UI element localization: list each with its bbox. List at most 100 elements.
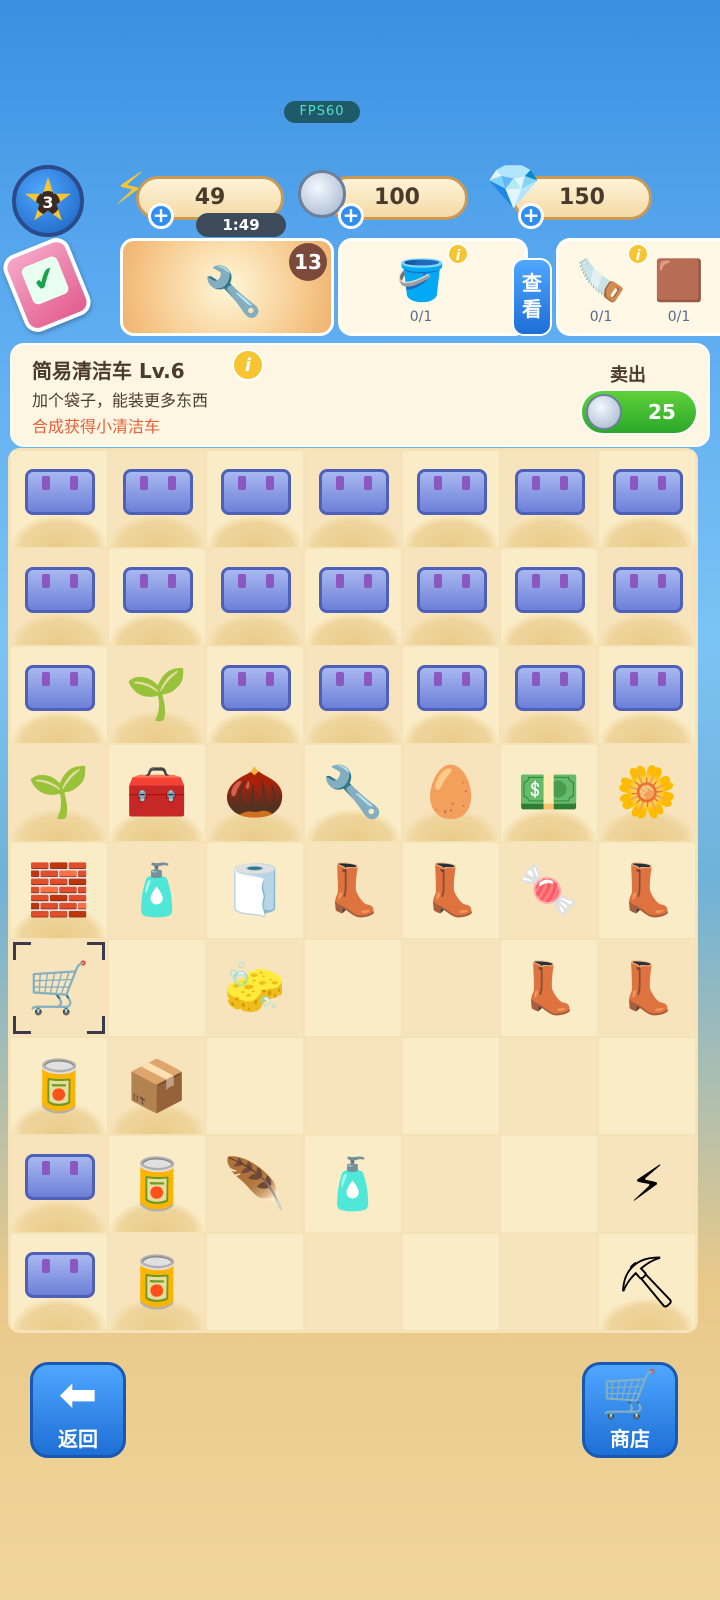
board-cell-energy-orb[interactable]: ⚡ bbox=[599, 1136, 695, 1233]
add-gems-button[interactable]: + bbox=[518, 203, 544, 229]
board-cell-boots[interactable]: 👢 bbox=[599, 842, 695, 939]
board-cell-empty[interactable] bbox=[501, 1234, 597, 1330]
board-cell-sponge[interactable]: 🧽 bbox=[207, 940, 303, 1037]
board-cell-cream-tube[interactable]: 🧴 bbox=[109, 842, 205, 939]
board-cell-cleaning-cart[interactable]: 🛒 bbox=[11, 940, 107, 1037]
board-cell-box[interactable] bbox=[305, 646, 401, 743]
sealed-box-icon bbox=[221, 469, 291, 515]
info-icon[interactable]: i bbox=[627, 243, 649, 265]
board-cell-boot[interactable]: 👢 bbox=[501, 940, 597, 1037]
shop-button[interactable]: 🛒 商店 bbox=[582, 1362, 678, 1458]
back-arrow-icon: ⬅ bbox=[58, 1367, 98, 1421]
board-cell-box[interactable] bbox=[11, 451, 107, 547]
board-cell-boot[interactable]: 👢 bbox=[599, 940, 695, 1037]
board-cell-box[interactable] bbox=[501, 451, 597, 547]
order-card-saw[interactable]: 🪚 0/1 🟫 0/1 i bbox=[556, 238, 720, 336]
board-cell-empty[interactable] bbox=[109, 940, 205, 1037]
add-coins-button[interactable]: + bbox=[338, 203, 364, 229]
stone-box-icon: 📦 bbox=[125, 1056, 189, 1115]
board-cell-duster[interactable]: 🪶 bbox=[207, 1136, 303, 1233]
info-icon[interactable]: i bbox=[447, 243, 469, 265]
board-cell-box[interactable] bbox=[11, 646, 107, 743]
board-cell-empty[interactable] bbox=[207, 1234, 303, 1330]
sealed-box-icon bbox=[123, 469, 193, 515]
board-cell-boots[interactable]: 👢 bbox=[305, 842, 401, 939]
board-cell-empty[interactable] bbox=[305, 1234, 401, 1330]
board-cell-cream-tube[interactable]: 🧴 bbox=[305, 1136, 401, 1233]
star-icon: 3 bbox=[24, 177, 72, 221]
player-level-badge[interactable]: 3 bbox=[12, 165, 84, 237]
board-cell-box[interactable] bbox=[11, 548, 107, 645]
board-cell-empty[interactable] bbox=[501, 1136, 597, 1233]
board-cell-trowel[interactable]: 🧱 bbox=[11, 842, 107, 939]
board-cell-boot[interactable]: 👢 bbox=[403, 842, 499, 939]
board-cell-empty[interactable] bbox=[403, 1136, 499, 1233]
selection-corner bbox=[13, 1016, 31, 1035]
board-cell-box[interactable] bbox=[599, 451, 695, 547]
board-cell-empty[interactable] bbox=[305, 940, 401, 1037]
board-cell-box[interactable] bbox=[403, 646, 499, 743]
board-cell-cash[interactable]: 💵 bbox=[501, 744, 597, 841]
board-cell-empty[interactable] bbox=[403, 940, 499, 1037]
trowel-icon: 🧱 bbox=[27, 860, 91, 919]
sell-label: 卖出 bbox=[610, 365, 646, 386]
board-cell-clamp[interactable]: 🔧 bbox=[305, 744, 401, 841]
board-cell-box[interactable] bbox=[207, 548, 303, 645]
board-cell-tin-can[interactable]: 🥫 bbox=[109, 1136, 205, 1233]
board-cell-box[interactable] bbox=[11, 1136, 107, 1233]
board-cell-box[interactable] bbox=[599, 548, 695, 645]
order-progress: 0/1 bbox=[589, 309, 613, 325]
board-cell-empty[interactable] bbox=[403, 1038, 499, 1135]
tray-eggs-icon: 🥚 bbox=[419, 763, 483, 822]
board-cell-gumball[interactable]: 🍬 bbox=[501, 842, 597, 939]
board-cell-empty[interactable] bbox=[501, 1038, 597, 1135]
back-button[interactable]: ⬅ 返回 bbox=[30, 1362, 126, 1458]
tin-can-icon: 🥫 bbox=[125, 1154, 189, 1213]
board-cell-box[interactable] bbox=[305, 451, 401, 547]
board-cell-empty[interactable] bbox=[305, 1038, 401, 1135]
board-cell-box[interactable] bbox=[501, 548, 597, 645]
clamp-icon: 🔧 bbox=[203, 264, 263, 320]
order-requirement: 🟫 0/1 bbox=[649, 253, 709, 325]
sell-button[interactable]: 25 bbox=[580, 389, 698, 435]
board-cell-tray-eggs[interactable]: 🥚 bbox=[403, 744, 499, 841]
board-cell-empty[interactable] bbox=[207, 1038, 303, 1135]
board-cell-toolbox[interactable]: 🧰 bbox=[109, 744, 205, 841]
board-cell-box[interactable] bbox=[305, 548, 401, 645]
selection-corner bbox=[87, 1016, 105, 1035]
board-cell-box[interactable] bbox=[109, 548, 205, 645]
board-cell-box[interactable] bbox=[599, 646, 695, 743]
board-cell-box[interactable] bbox=[11, 1234, 107, 1330]
board-cell-empty[interactable] bbox=[599, 1038, 695, 1135]
paint-can-blue-icon: 🥫 bbox=[27, 1056, 91, 1115]
board-cell-stone-box[interactable]: 📦 bbox=[109, 1038, 205, 1135]
sealed-box-icon bbox=[515, 664, 585, 711]
board-cell-box[interactable] bbox=[403, 451, 499, 547]
board-cell-shovel-sand[interactable]: ⛏ bbox=[599, 1234, 695, 1330]
board-cell-nuts[interactable]: 🌰 bbox=[207, 744, 303, 841]
board-cell-cloth[interactable]: 🧻 bbox=[207, 842, 303, 939]
view-order-button[interactable]: 查看 bbox=[512, 258, 552, 336]
board-cell-sprout-sand[interactable]: 🌱 bbox=[109, 646, 205, 743]
board-cell-sprout-sand[interactable]: 🌱 bbox=[11, 744, 107, 841]
coin-icon bbox=[586, 394, 622, 430]
item-info-icon[interactable]: i bbox=[232, 349, 264, 381]
tasks-phone-icon[interactable] bbox=[0, 233, 95, 337]
featured-order-card[interactable]: 🔧 13 bbox=[120, 238, 334, 336]
board-cell-box[interactable] bbox=[501, 646, 597, 743]
board-cell-box[interactable] bbox=[109, 451, 205, 547]
selection-corner bbox=[87, 942, 105, 961]
order-card-bucket[interactable]: 🪣 0/1 i bbox=[338, 238, 528, 336]
order-requirement: 🪚 0/1 bbox=[571, 253, 631, 325]
selection-corner bbox=[13, 942, 31, 961]
board-cell-paint-can-blue[interactable]: 🥫 bbox=[11, 1038, 107, 1135]
board-cell-flowers[interactable]: 🌼 bbox=[599, 744, 695, 841]
board-cell-box[interactable] bbox=[403, 548, 499, 645]
board-cell-paint-can-yellow[interactable]: 🥫 bbox=[109, 1234, 205, 1330]
board-cell-empty[interactable] bbox=[403, 1234, 499, 1330]
add-energy-button[interactable]: + bbox=[148, 203, 174, 229]
board-cell-box[interactable] bbox=[207, 451, 303, 547]
back-label: 返回 bbox=[58, 1427, 98, 1451]
board-cell-box[interactable] bbox=[207, 646, 303, 743]
sealed-box-icon bbox=[25, 1154, 95, 1201]
